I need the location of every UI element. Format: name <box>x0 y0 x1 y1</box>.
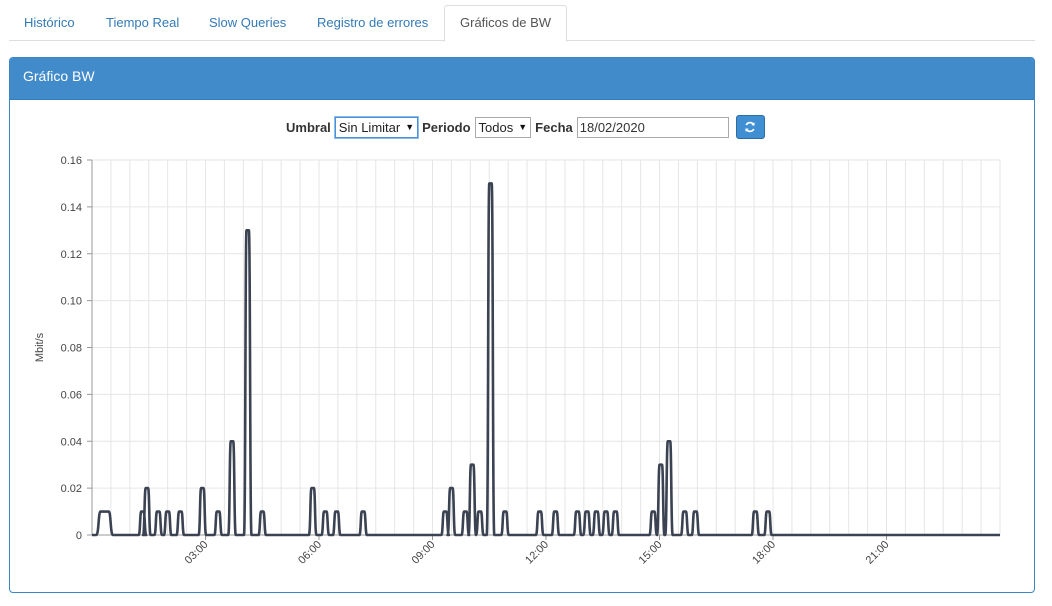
periodo-select-value: Todos <box>478 119 514 135</box>
x-tick-label: 18:00 <box>750 539 778 567</box>
x-tick-label: 03:00 <box>183 539 211 567</box>
y-tick-label: 0.14 <box>61 202 82 214</box>
tab-registro-errores[interactable]: Registro de errores <box>302 5 443 41</box>
chevron-down-icon: ▼ <box>518 122 528 132</box>
y-tick-label: 0.16 <box>61 155 82 167</box>
refresh-icon <box>745 121 756 133</box>
refresh-button[interactable] <box>735 115 765 139</box>
y-tick-label: 0.02 <box>61 483 82 495</box>
x-tick-label: 21:00 <box>864 539 892 567</box>
x-tick-label: 15:00 <box>637 539 665 567</box>
umbral-label: Umbral <box>286 119 331 135</box>
panel-title: Gráfico BW <box>10 58 1034 100</box>
bw-chart-panel: Gráfico BW Umbral Sin Limitar ▼ Periodo … <box>9 57 1035 593</box>
umbral-select-value: Sin Limitar <box>338 119 401 135</box>
tab-graficos-bw[interactable]: Gráficos de BW <box>444 5 568 42</box>
fecha-input[interactable]: 18/02/2020 <box>576 116 729 138</box>
tab-tiempo-real[interactable]: Tiempo Real <box>91 5 194 41</box>
y-tick-label: 0.04 <box>61 436 82 448</box>
x-tick-label: 09:00 <box>410 539 438 567</box>
tab-slow-queries[interactable]: Slow Queries <box>194 5 301 41</box>
y-tick-label: 0 <box>76 530 82 542</box>
periodo-label: Periodo <box>422 119 471 135</box>
chart-controls: Umbral Sin Limitar ▼ Periodo Todos ▼ Fec… <box>286 115 765 139</box>
x-tick-label: 12:00 <box>523 539 551 567</box>
tab-bar: Histórico Tiempo Real Slow Queries Regis… <box>9 5 1035 42</box>
periodo-select[interactable]: Todos ▼ <box>474 116 532 138</box>
chevron-down-icon: ▼ <box>405 122 415 132</box>
fecha-label: Fecha <box>535 119 573 135</box>
bw-line-chart: 0 0.02 0.04 0.06 0.08 0.10 0.12 0.14 0.16 03:00 06… <box>34 155 1001 567</box>
umbral-select[interactable]: Sin Limitar ▼ <box>334 116 419 138</box>
tab-historico[interactable]: Histórico <box>9 5 90 41</box>
y-tick-label: 0.12 <box>61 249 82 261</box>
y-axis-label: Mbit/s <box>34 332 46 362</box>
y-tick-label: 0.08 <box>61 343 82 355</box>
x-tick-label: 06:00 <box>296 539 324 567</box>
y-tick-label: 0.06 <box>61 389 82 401</box>
y-tick-label: 0.10 <box>61 296 82 308</box>
